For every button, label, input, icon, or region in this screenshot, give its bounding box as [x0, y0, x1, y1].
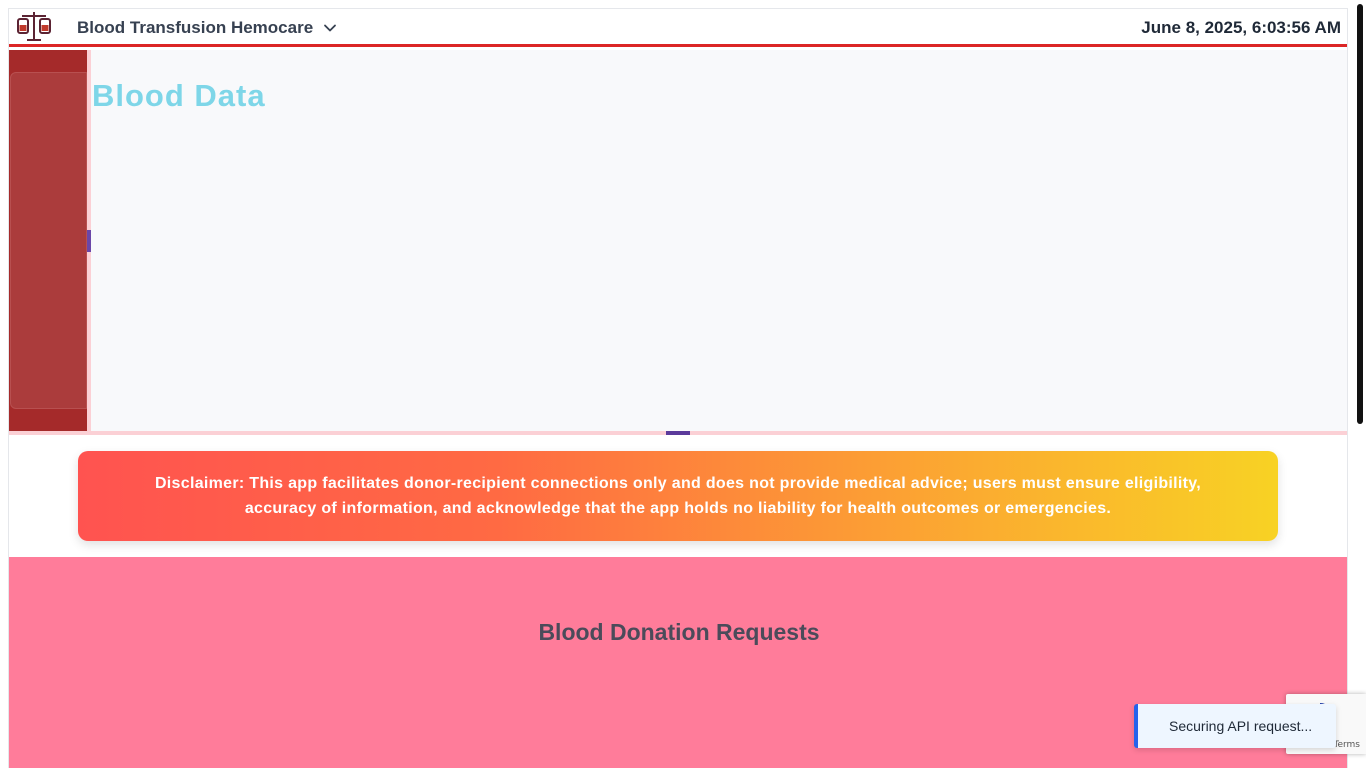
brand-name: Blood Transfusion Hemocare	[77, 18, 314, 37]
toast-message: Securing API request...	[1169, 718, 1313, 734]
chevron-down-icon	[323, 21, 337, 35]
requests-title: Blood Donation Requests	[538, 619, 820, 645]
logo[interactable]	[17, 10, 51, 42]
scrollbar-thumb[interactable]	[1357, 4, 1363, 424]
section-resize-handle[interactable]	[666, 431, 690, 435]
page-frame: Blood Transfusion Hemocare June 8, 2025,…	[8, 8, 1348, 768]
toast-notification: Securing API request...	[1134, 704, 1336, 748]
recaptcha-terms-link[interactable]: Terms	[1333, 740, 1360, 750]
top-header: Blood Transfusion Hemocare June 8, 2025,…	[9, 9, 1347, 47]
blood-data-section: Blood Data	[9, 50, 1347, 435]
blood-bag-scale-icon	[17, 12, 51, 41]
disclaimer-text: Disclaimer: This app facilitates donor-r…	[154, 475, 1202, 517]
brand-dropdown[interactable]: Blood Transfusion Hemocare	[77, 18, 337, 38]
hero-sidebar-card[interactable]	[10, 72, 87, 409]
disclaimer-banner: Disclaimer: This app facilitates donor-r…	[78, 451, 1278, 541]
sidebar-resize-handle[interactable]	[87, 230, 91, 252]
page-title: Blood Data	[92, 78, 266, 113]
current-datetime: June 8, 2025, 6:03:56 AM	[1141, 18, 1341, 37]
hero-sidebar	[9, 50, 87, 431]
